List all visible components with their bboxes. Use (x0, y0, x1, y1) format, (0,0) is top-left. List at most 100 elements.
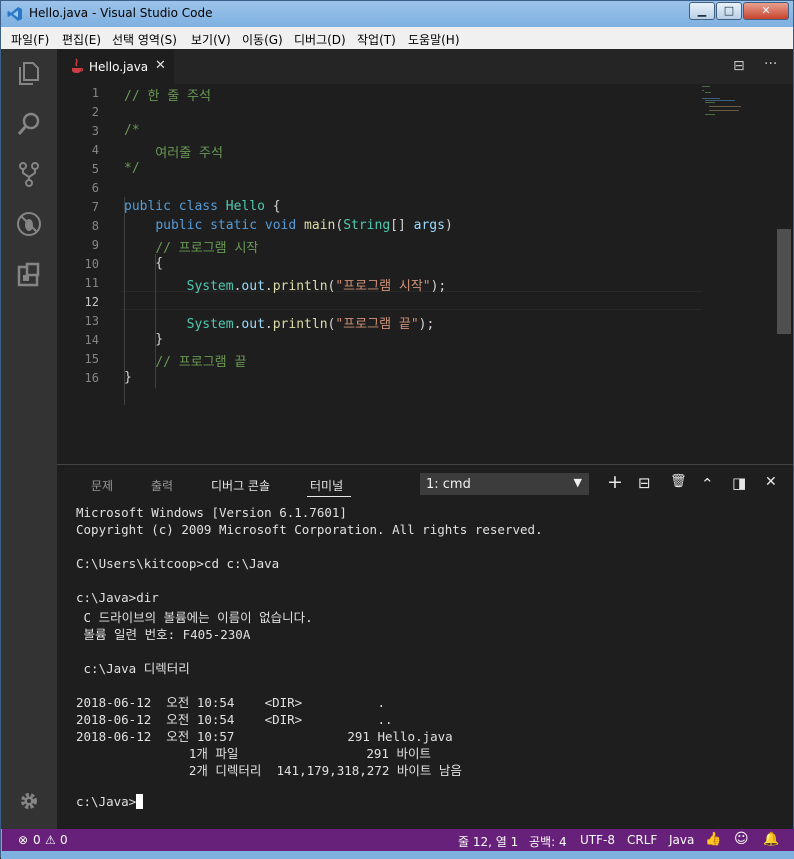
menu-edit[interactable]: 편집(E) (62, 31, 101, 48)
encoding[interactable]: UTF-8 (580, 833, 615, 847)
terminal-line: 볼륨 일련 번호: F405-230A (76, 627, 251, 642)
title-bar[interactable]: Hello.java - Visual Studio Code ▁ □ ✕ (1, 1, 793, 27)
smiley-icon[interactable]: ☺ (734, 831, 749, 847)
line-number: 9 (91, 238, 99, 252)
tab-hello-java[interactable]: Hello.java ✕ (57, 49, 175, 84)
code-editor[interactable]: 1 2 3 4 5 6 7 8 9 10 11 12 13 14 15 16 /… (57, 84, 793, 464)
menu-tasks[interactable]: 작업(T) (357, 31, 396, 48)
code-line-10: { (124, 256, 164, 271)
search-icon[interactable] (15, 110, 43, 138)
tab-output[interactable]: 출력 (151, 477, 173, 494)
code-token: println (272, 317, 328, 332)
code-line-3: /* (124, 123, 140, 138)
code-token: */ (124, 161, 140, 176)
tab-close-icon[interactable]: ✕ (155, 58, 166, 73)
code-line-15: // 프로그램 끝 (124, 351, 246, 370)
menu-help[interactable]: 도움말(H) (408, 31, 460, 48)
tweet-feedback-icon[interactable]: 👍 (705, 832, 721, 847)
settings-gear-icon[interactable] (18, 790, 40, 812)
code-line-7: public class Hello { (124, 199, 281, 214)
split-terminal-icon[interactable]: ⊟ (638, 474, 651, 492)
menu-bar: 파일(F) 편집(E) 선택 영역(S) 보기(V) 이동(G) 디버그(D) … (1, 27, 793, 49)
code-line-11: System.out.println("프로그램 시작"); (186, 279, 447, 294)
code-token: static (210, 218, 258, 233)
editor-scrollbar[interactable] (777, 84, 791, 464)
errors-icon[interactable]: ⊗ (18, 833, 28, 847)
extensions-icon[interactable] (15, 261, 43, 289)
status-bar: ⊗ 0 ⚠ 0 줄 12, 열 1 공백: 4 UTF-8 CRLF Java … (2, 829, 794, 851)
line-number: 13 (84, 314, 99, 328)
chevron-down-icon: ▼ (573, 476, 582, 489)
code-token: class (178, 199, 218, 214)
close-window-button[interactable]: ✕ (743, 2, 789, 20)
code-token: out (241, 279, 265, 294)
tab-terminal[interactable]: 터미널 (310, 477, 343, 494)
menu-file[interactable]: 파일(F) (11, 31, 49, 48)
tab-label: Hello.java (89, 60, 149, 74)
code-token: /* (124, 123, 140, 138)
maximize-panel-icon[interactable]: ⌃ (701, 475, 714, 493)
bell-icon[interactable]: 🔔 (763, 832, 779, 847)
window-title: Hello.java - Visual Studio Code (29, 6, 213, 20)
terminal-cursor (136, 794, 144, 809)
terminal-line: 2개 디렉터리 141,179,318,272 바이트 남음 (76, 763, 462, 778)
close-panel-icon[interactable]: ✕ (765, 474, 777, 490)
terminal-output[interactable]: Microsoft Windows [Version 6.1.7601] Cop… (76, 505, 776, 825)
code-token: main (304, 218, 336, 233)
terminal-line: Copyright (c) 2009 Microsoft Corporation… (76, 522, 543, 537)
tab-debug-console[interactable]: 디버그 콘솔 (211, 477, 270, 494)
code-line-4: 여러줄 주석 (124, 142, 223, 161)
code-token: void (264, 218, 297, 233)
scrollbar-thumb[interactable] (777, 229, 791, 334)
code-token: public (155, 218, 203, 233)
maximize-button[interactable]: □ (716, 2, 742, 20)
line-number: 7 (91, 200, 99, 214)
kill-terminal-icon[interactable]: 🗑 (670, 474, 687, 489)
editor-tab-bar: Hello.java ✕ ⊟ ··· (57, 49, 793, 84)
split-editor-icon[interactable]: ⊟ (733, 58, 745, 74)
explorer-icon[interactable] (15, 59, 43, 87)
line-number: 5 (91, 162, 99, 176)
menu-view[interactable]: 보기(V) (191, 31, 231, 48)
indentation[interactable]: 공백: 4 (529, 833, 567, 850)
menu-go[interactable]: 이동(G) (242, 31, 283, 48)
java-file-icon (72, 58, 84, 73)
terminal-select[interactable]: 1: cmd ▼ (420, 473, 589, 495)
more-actions-icon[interactable]: ··· (764, 56, 777, 72)
warning-icon[interactable]: ⚠ (45, 833, 56, 847)
vscode-workbench: Hello.java ✕ ⊟ ··· 1 2 3 4 5 6 7 8 9 10 … (1, 49, 793, 829)
code-token: String (343, 218, 391, 233)
terminal-line: Microsoft Windows [Version 6.1.7601] (76, 505, 347, 520)
line-number: 11 (84, 276, 99, 290)
line-number-current: 12 (84, 295, 99, 309)
code-token: // 프로그램 끝 (155, 355, 247, 370)
code-token: System (186, 317, 234, 332)
code-line-14: } (124, 332, 164, 347)
activity-bar (1, 49, 57, 829)
line-number: 10 (84, 257, 99, 271)
line-number: 3 (91, 124, 99, 138)
cursor-position[interactable]: 줄 12, 열 1 (458, 833, 518, 850)
language-mode[interactable]: Java (669, 833, 694, 847)
code-token: Hello (225, 199, 265, 214)
prompt-text: c:\Java> (76, 794, 137, 809)
line-number: 14 (84, 333, 99, 347)
debug-icon[interactable] (15, 210, 43, 238)
source-control-icon[interactable] (15, 160, 43, 188)
error-count[interactable]: 0 (33, 833, 41, 847)
line-ending[interactable]: CRLF (627, 833, 657, 847)
line-number: 8 (91, 219, 99, 233)
warning-count[interactable]: 0 (60, 833, 68, 847)
toggle-panel-icon[interactable]: ◨ (732, 474, 746, 492)
tab-problems[interactable]: 문제 (91, 477, 113, 494)
new-terminal-icon[interactable]: + (607, 471, 623, 493)
terminal-select-value: 1: cmd (426, 477, 471, 492)
code-token: args (413, 218, 445, 233)
minimap[interactable] (702, 84, 777, 464)
vscode-logo-icon (7, 7, 22, 21)
menu-debug[interactable]: 디버그(D) (294, 31, 346, 48)
minimize-button[interactable]: ▁ (689, 2, 715, 20)
menu-selection[interactable]: 선택 영역(S) (112, 31, 177, 48)
code-line-5: */ (124, 161, 140, 176)
code-token: out (241, 317, 265, 332)
